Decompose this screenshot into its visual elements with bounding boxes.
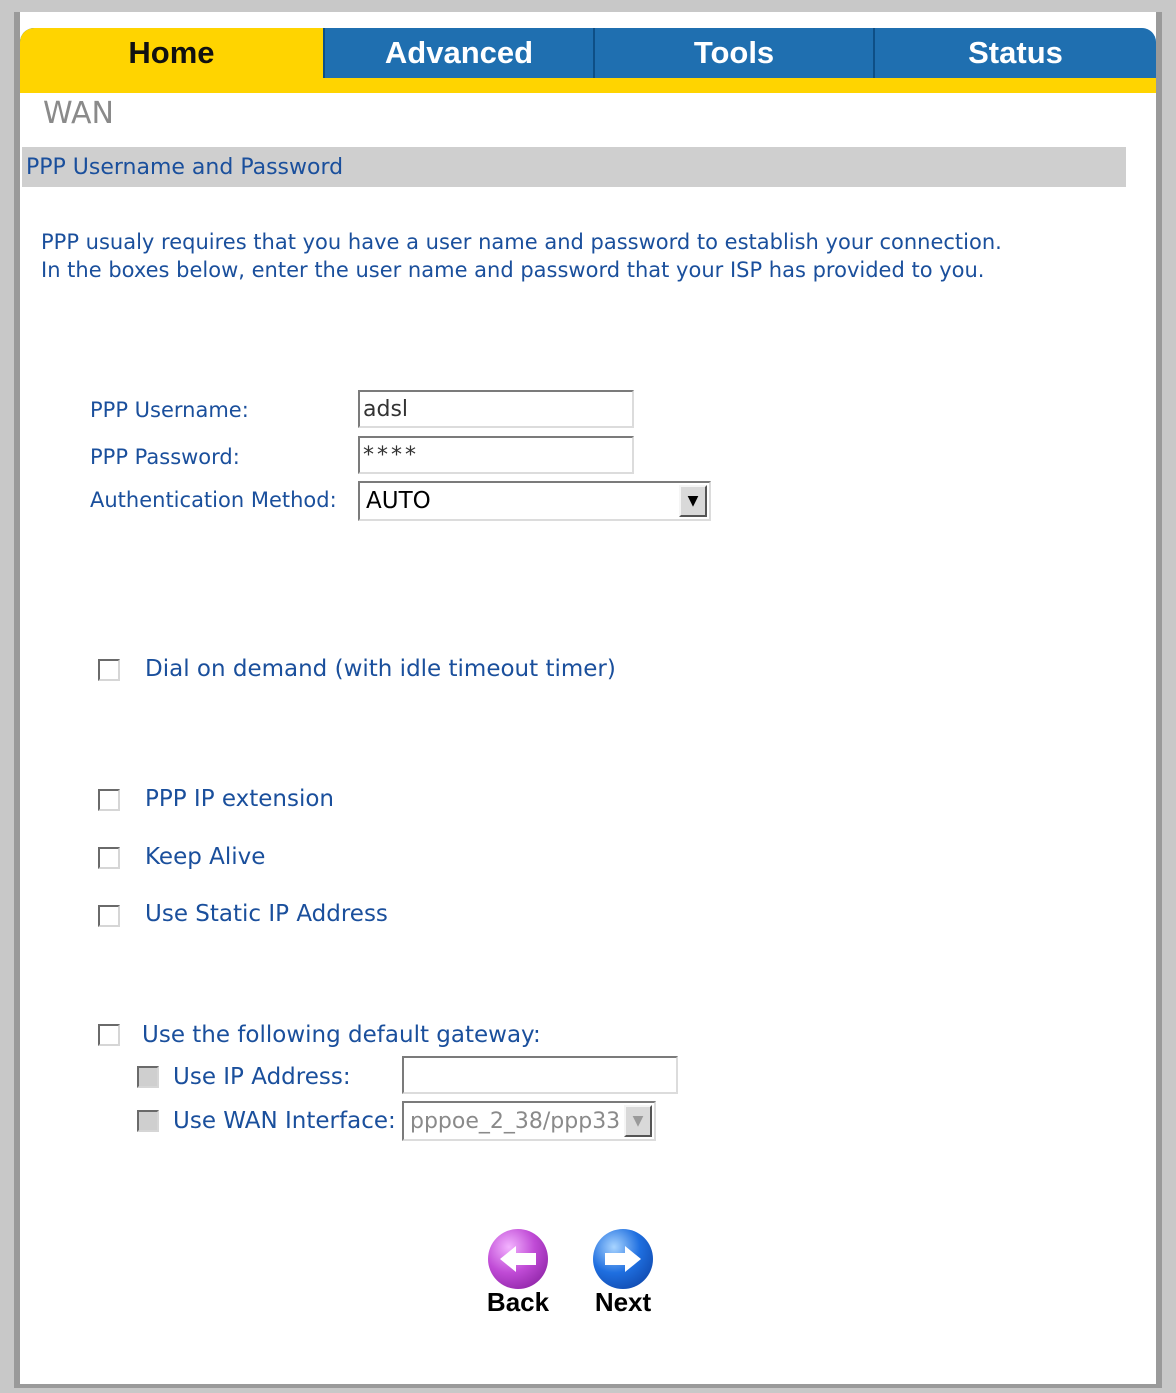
next-button[interactable]: Next: [583, 1229, 663, 1318]
wan-interface-value: pppoe_2_38/ppp33: [410, 1108, 621, 1134]
dial-on-demand-label: Dial on demand (with idle timeout timer): [145, 656, 616, 682]
use-wan-interface-checkbox[interactable]: [137, 1110, 159, 1132]
chevron-down-icon[interactable]: ▼: [624, 1105, 652, 1137]
intro-text: PPP usualy requires that you have a user…: [41, 228, 1121, 284]
next-arrow-icon[interactable]: [593, 1229, 653, 1289]
tab-underline: [20, 78, 1156, 93]
auth-method-value: AUTO: [366, 488, 431, 514]
keep-alive-checkbox[interactable]: [98, 847, 120, 869]
password-input[interactable]: [358, 436, 634, 474]
password-label: PPP Password:: [90, 445, 240, 469]
use-static-ip-label: Use Static IP Address: [145, 901, 388, 927]
default-gateway-label: Use the following default gateway:: [142, 1022, 541, 1048]
tab-home[interactable]: Home: [20, 28, 325, 78]
tab-bar: Home Advanced Tools Status: [20, 28, 1156, 78]
ppp-ip-extension-label: PPP IP extension: [145, 786, 335, 812]
intro-line-2: In the boxes below, enter the user name …: [41, 258, 985, 282]
use-ip-address-checkbox[interactable]: [137, 1066, 159, 1088]
use-wan-interface-label: Use WAN Interface:: [173, 1108, 396, 1134]
auth-method-select[interactable]: AUTO ▼: [358, 481, 711, 521]
section-header: PPP Username and Password: [22, 147, 1126, 187]
tab-tools[interactable]: Tools: [595, 28, 875, 78]
back-arrow-icon[interactable]: [488, 1229, 548, 1289]
username-label: PPP Username:: [90, 398, 249, 422]
back-button[interactable]: Back: [478, 1229, 558, 1318]
wan-interface-select[interactable]: pppoe_2_38/ppp33 ▼: [402, 1101, 656, 1141]
intro-line-1: PPP usualy requires that you have a user…: [41, 230, 1002, 254]
page-title: WAN: [43, 96, 114, 131]
dial-on-demand-checkbox[interactable]: [98, 659, 120, 681]
default-gateway-checkbox[interactable]: [98, 1024, 120, 1046]
gateway-ip-input[interactable]: [402, 1056, 678, 1094]
tab-advanced[interactable]: Advanced: [325, 28, 595, 78]
use-ip-address-label: Use IP Address:: [173, 1064, 351, 1090]
chevron-down-icon[interactable]: ▼: [679, 485, 707, 517]
tab-status[interactable]: Status: [875, 28, 1156, 78]
next-label: Next: [594, 1287, 652, 1317]
ppp-ip-extension-checkbox[interactable]: [98, 789, 120, 811]
keep-alive-label: Keep Alive: [145, 844, 266, 870]
username-input[interactable]: [358, 390, 634, 428]
back-label: Back: [486, 1287, 550, 1317]
use-static-ip-checkbox[interactable]: [98, 905, 120, 927]
auth-method-label: Authentication Method:: [90, 488, 337, 512]
page-frame: [14, 12, 1162, 1388]
